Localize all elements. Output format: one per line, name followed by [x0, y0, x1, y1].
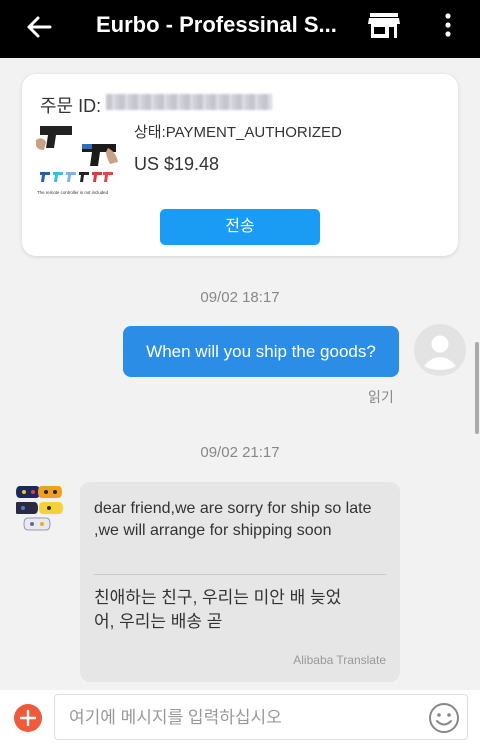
order-status: 상태:PAYMENT_AUTHORIZED [134, 124, 342, 141]
send-order-button[interactable]: 전송 [160, 209, 320, 245]
order-id-value-redacted [106, 94, 272, 110]
store-icon [368, 13, 400, 38]
order-price: US $19.48 [134, 154, 220, 174]
incoming-message-bubble[interactable]: dear friend,we are sorry for ship so lat… [80, 482, 400, 682]
message-composer [0, 690, 480, 746]
attach-button[interactable] [14, 704, 42, 732]
more-options-button[interactable] [438, 10, 458, 46]
chat-title: Eurbo - Professinal S... [96, 12, 337, 37]
shop-avatar[interactable] [16, 480, 64, 534]
more-vertical-icon [445, 13, 451, 37]
incoming-message-original: dear friend,we are sorry for ship so lat… [94, 500, 372, 539]
message-timestamp: 09/02 18:17 [200, 289, 280, 306]
store-button[interactable] [366, 8, 402, 44]
scrollbar-thumb[interactable] [475, 342, 479, 434]
back-button[interactable] [22, 10, 56, 44]
incoming-message-translated: 친애하는 친구, 우리는 미안 배 늦었어, 우리는 배송 곧 [94, 588, 342, 631]
outgoing-message-bubble[interactable]: When will you ship the goods? [123, 326, 399, 377]
product-image-caption: The remote controller is not included [37, 190, 109, 195]
message-input-box[interactable] [54, 694, 468, 741]
emoji-button[interactable] [427, 701, 461, 735]
translation-credit: Alibaba Translate [293, 653, 386, 667]
plus-icon [19, 709, 37, 727]
order-id-label: 주문 ID: [40, 96, 102, 116]
order-card[interactable]: 주문 ID: The remote controller is not incl… [22, 74, 458, 256]
emoji-icon [429, 703, 459, 733]
read-status: 읽기 [368, 389, 394, 405]
message-input[interactable] [67, 695, 411, 741]
arrow-left-icon [27, 16, 52, 38]
user-avatar-icon[interactable] [414, 324, 466, 376]
translation-divider [94, 574, 386, 575]
product-thumbnail[interactable]: The remote controller is not included [36, 122, 120, 198]
message-timestamp: 09/02 21:17 [200, 444, 280, 461]
top-bar: Eurbo - Professinal S... [0, 0, 480, 58]
